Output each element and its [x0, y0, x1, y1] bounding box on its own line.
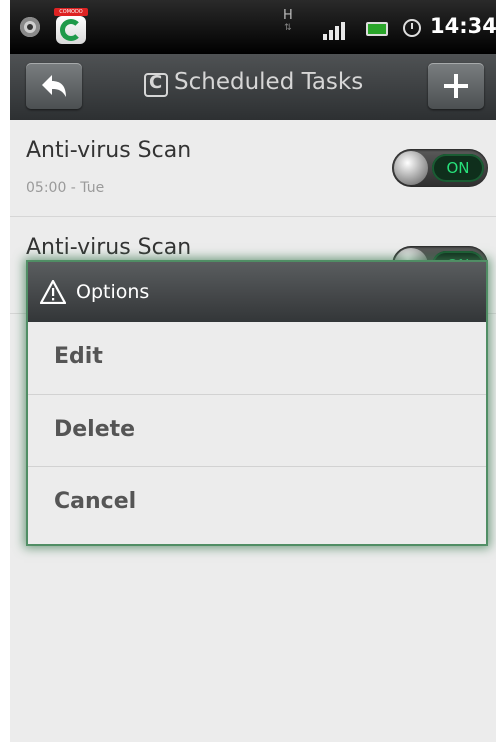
- menu-item-delete[interactable]: Delete: [28, 394, 486, 466]
- menu-item-label: Edit: [54, 344, 103, 369]
- menu-item-label: Cancel: [54, 489, 137, 514]
- warning-icon: [40, 280, 66, 304]
- phone-screen: COMODO H ⇅ 14:34 Scheduled Tasks: [10, 0, 496, 742]
- menu-item-cancel[interactable]: Cancel: [28, 466, 486, 538]
- options-dialog: Options Edit Delete Cancel: [28, 262, 486, 544]
- dialog-title: Options: [76, 281, 150, 303]
- dialog-header: Options: [28, 262, 486, 322]
- menu-item-edit[interactable]: Edit: [28, 322, 486, 393]
- menu-item-label: Delete: [54, 417, 136, 442]
